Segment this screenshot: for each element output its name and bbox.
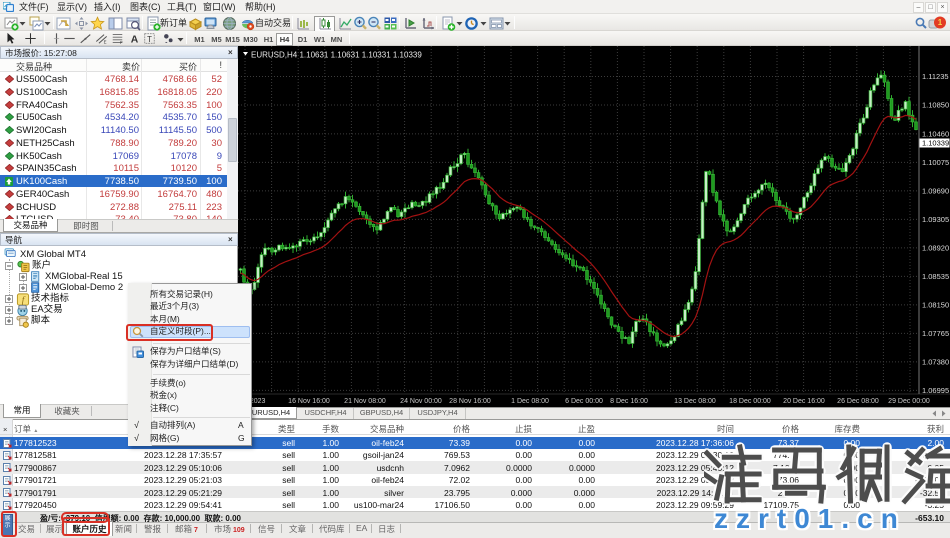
svg-text:A: A [131, 34, 139, 45]
svg-text:T: T [147, 35, 152, 44]
svg-text:EURUSD,H4 1.10631 1.10631 1.1: EURUSD,H4 1.10631 1.10631 1.10331 1.1033… [251, 51, 422, 60]
svg-text:1.10460: 1.10460 [922, 129, 949, 138]
svg-text:8 Dec 16:00: 8 Dec 16:00 [610, 398, 648, 405]
svg-text:6 Dec 00:00: 6 Dec 00:00 [565, 398, 603, 405]
svg-text:1.10075: 1.10075 [922, 158, 949, 167]
svg-text:24 Nov 00:00: 24 Nov 00:00 [400, 398, 442, 405]
svg-text:16 Nov 16:00: 16 Nov 16:00 [288, 398, 330, 405]
svg-text:1.09305: 1.09305 [922, 215, 949, 224]
svg-text:18 Dec 00:00: 18 Dec 00:00 [729, 398, 771, 405]
svg-text:1: 1 [938, 18, 943, 27]
svg-text:1.08920: 1.08920 [922, 243, 949, 252]
svg-text:1.10339: 1.10339 [922, 139, 949, 148]
svg-text:F: F [120, 40, 123, 45]
svg-text:1.07765: 1.07765 [922, 329, 949, 338]
svg-text:13 Dec 08:00: 13 Dec 08:00 [674, 398, 716, 405]
svg-text:20 Dec 16:00: 20 Dec 16:00 [783, 398, 825, 405]
svg-text:1.09690: 1.09690 [922, 186, 949, 195]
svg-text:29 Dec 00:00: 29 Dec 00:00 [888, 398, 930, 405]
svg-text:1.07380: 1.07380 [922, 357, 949, 366]
svg-text:26 Dec 08:00: 26 Dec 08:00 [837, 398, 879, 405]
svg-text:1.10850: 1.10850 [922, 101, 949, 110]
svg-text:21 Nov 08:00: 21 Nov 08:00 [344, 398, 386, 405]
svg-text:E: E [104, 40, 107, 45]
svg-text:1 Dec 08:00: 1 Dec 08:00 [511, 398, 549, 405]
svg-text:1.06995: 1.06995 [922, 386, 949, 395]
svg-text:1.08150: 1.08150 [922, 300, 949, 309]
svg-text:28 Nov 16:00: 28 Nov 16:00 [449, 398, 491, 405]
svg-text:1.11235: 1.11235 [922, 72, 949, 81]
svg-text:1.08535: 1.08535 [922, 272, 949, 281]
